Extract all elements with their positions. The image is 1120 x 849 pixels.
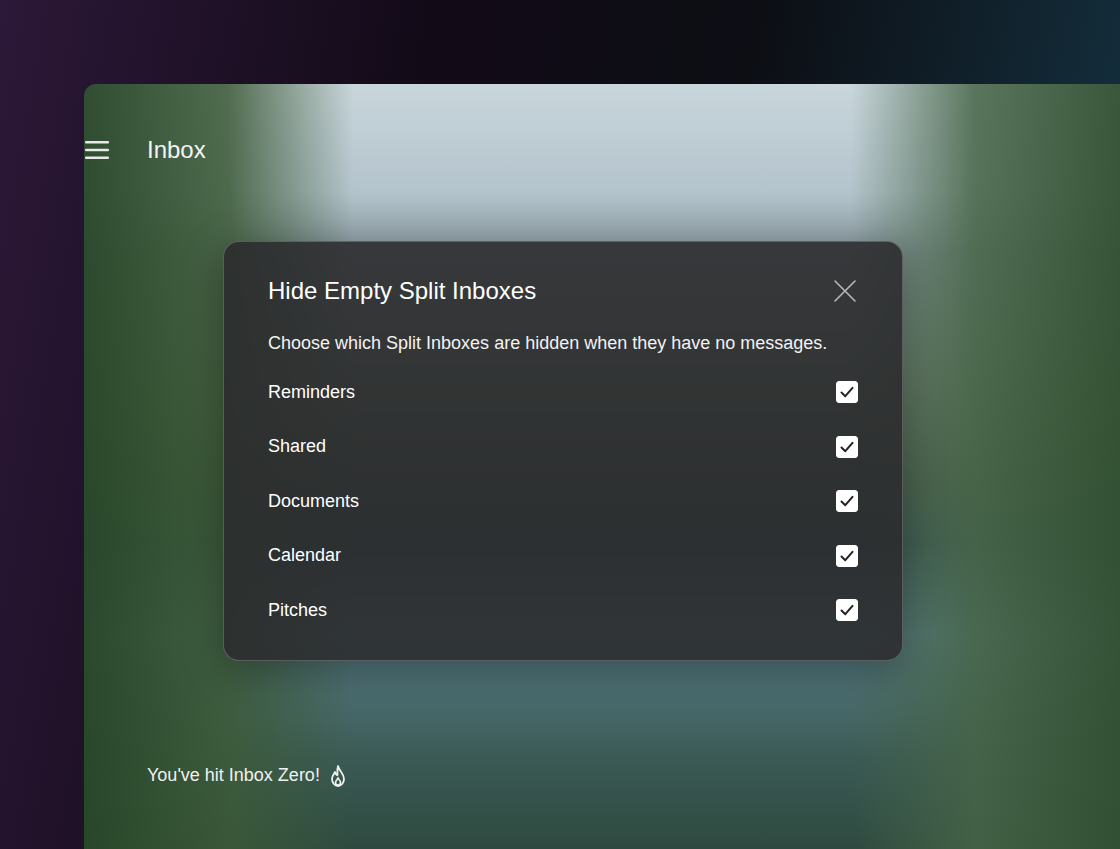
inbox-zero-message: You've hit Inbox Zero! [147,762,348,789]
option-label: Documents [268,488,359,515]
option-checkbox[interactable] [836,599,858,621]
option-label: Shared [268,433,326,460]
option-checkbox[interactable] [836,381,858,403]
check-icon [839,384,855,400]
close-button[interactable] [832,278,858,304]
check-icon [839,493,855,509]
inbox-zero-text: You've hit Inbox Zero! [147,762,320,789]
option-label: Pitches [268,597,327,624]
option-label: Calendar [268,542,341,569]
option-row[interactable]: Shared [268,420,858,475]
option-row[interactable]: Documents [268,474,858,529]
dialog-description: Choose which Split Inboxes are hidden wh… [268,331,858,355]
option-row[interactable]: Pitches [268,583,858,638]
app-header: Inbox [84,84,1120,164]
dialog-title: Hide Empty Split Inboxes [268,276,536,306]
option-row[interactable]: Reminders [268,365,858,420]
inbox-title: Inbox [147,136,206,164]
option-checkbox[interactable] [836,545,858,567]
flame-icon [328,764,348,788]
dialog-header: Hide Empty Split Inboxes [268,275,858,307]
menu-icon[interactable] [85,139,109,161]
check-icon [839,548,855,564]
option-checkbox[interactable] [836,490,858,512]
inbox-window: Inbox You've hit Inbox Zero! Hide Empty Sp… [84,84,1120,849]
hide-empty-dialog: Hide Empty Split Inboxes Choose which Spl… [223,241,903,661]
check-icon [839,439,855,455]
option-row[interactable]: Calendar [268,529,858,584]
option-label: Reminders [268,379,355,406]
options-list: Reminders Shared Documents Calendar Pitches [268,365,858,638]
option-checkbox[interactable] [836,436,858,458]
menu-button[interactable] [85,139,109,161]
close-icon[interactable] [833,279,857,303]
check-icon [839,602,855,618]
